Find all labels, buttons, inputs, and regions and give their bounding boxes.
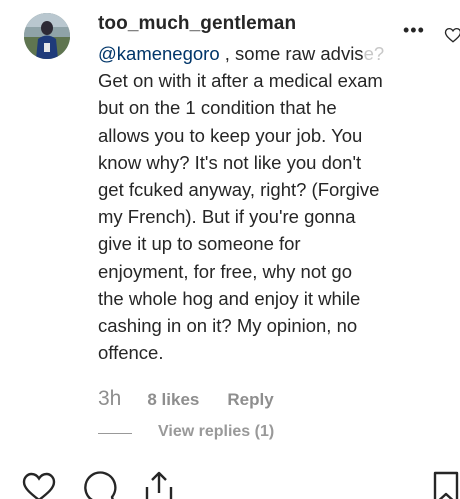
view-replies-button[interactable]: View replies (1) xyxy=(158,423,274,441)
comment-line: allows you to keep your job. You xyxy=(98,124,363,146)
share-icon[interactable] xyxy=(142,471,176,499)
comment-first-line: @kamenegoro , some raw advise? xyxy=(98,40,428,67)
comment-time[interactable]: 3h xyxy=(98,387,121,411)
comment-bubble-icon[interactable] xyxy=(82,471,118,499)
comment-line: the whole hog and enjoy it while xyxy=(98,287,361,309)
comment-line: give it up to someone for xyxy=(98,233,301,255)
comment-line: offence. xyxy=(98,342,164,364)
comment-text-faded: e? xyxy=(363,43,385,64)
comment-line: cashing in on it? My opinion, no xyxy=(98,315,358,337)
heart-outline-icon[interactable] xyxy=(21,471,57,499)
mention-link[interactable]: @kamenegoro xyxy=(98,43,220,64)
comment-line: my French). But if you're gonna xyxy=(98,206,356,228)
reply-button[interactable]: Reply xyxy=(227,390,273,410)
comment-line: get fcuked anyway, right? (Forgive xyxy=(98,179,380,201)
comment-line: enjoyment, for free, why not go xyxy=(98,260,352,282)
comment-thread: too_much_gentleman ••• @kamenegoro , som… xyxy=(0,0,460,499)
bookmark-icon[interactable] xyxy=(432,471,460,499)
avatar[interactable] xyxy=(24,13,70,59)
likes-count[interactable]: 8 likes xyxy=(147,390,199,410)
comment-text-start: , some raw advis xyxy=(219,43,364,64)
replies-divider xyxy=(98,433,132,434)
more-icon[interactable]: ••• xyxy=(403,21,425,39)
comment-text: @kamenegoro , some raw advise? Get on wi… xyxy=(98,40,428,366)
comment-username[interactable]: too_much_gentleman xyxy=(98,13,296,35)
post-action-bar xyxy=(0,462,460,499)
heart-outline-icon[interactable] xyxy=(444,26,460,49)
comment-line: but on the 1 condition that he xyxy=(98,97,337,119)
comment-meta: 3h 8 likes Reply xyxy=(98,387,274,411)
comment-line: know why? It's not like you don't xyxy=(98,151,362,173)
comment-line: Get on with it after a medical exam xyxy=(98,70,383,92)
